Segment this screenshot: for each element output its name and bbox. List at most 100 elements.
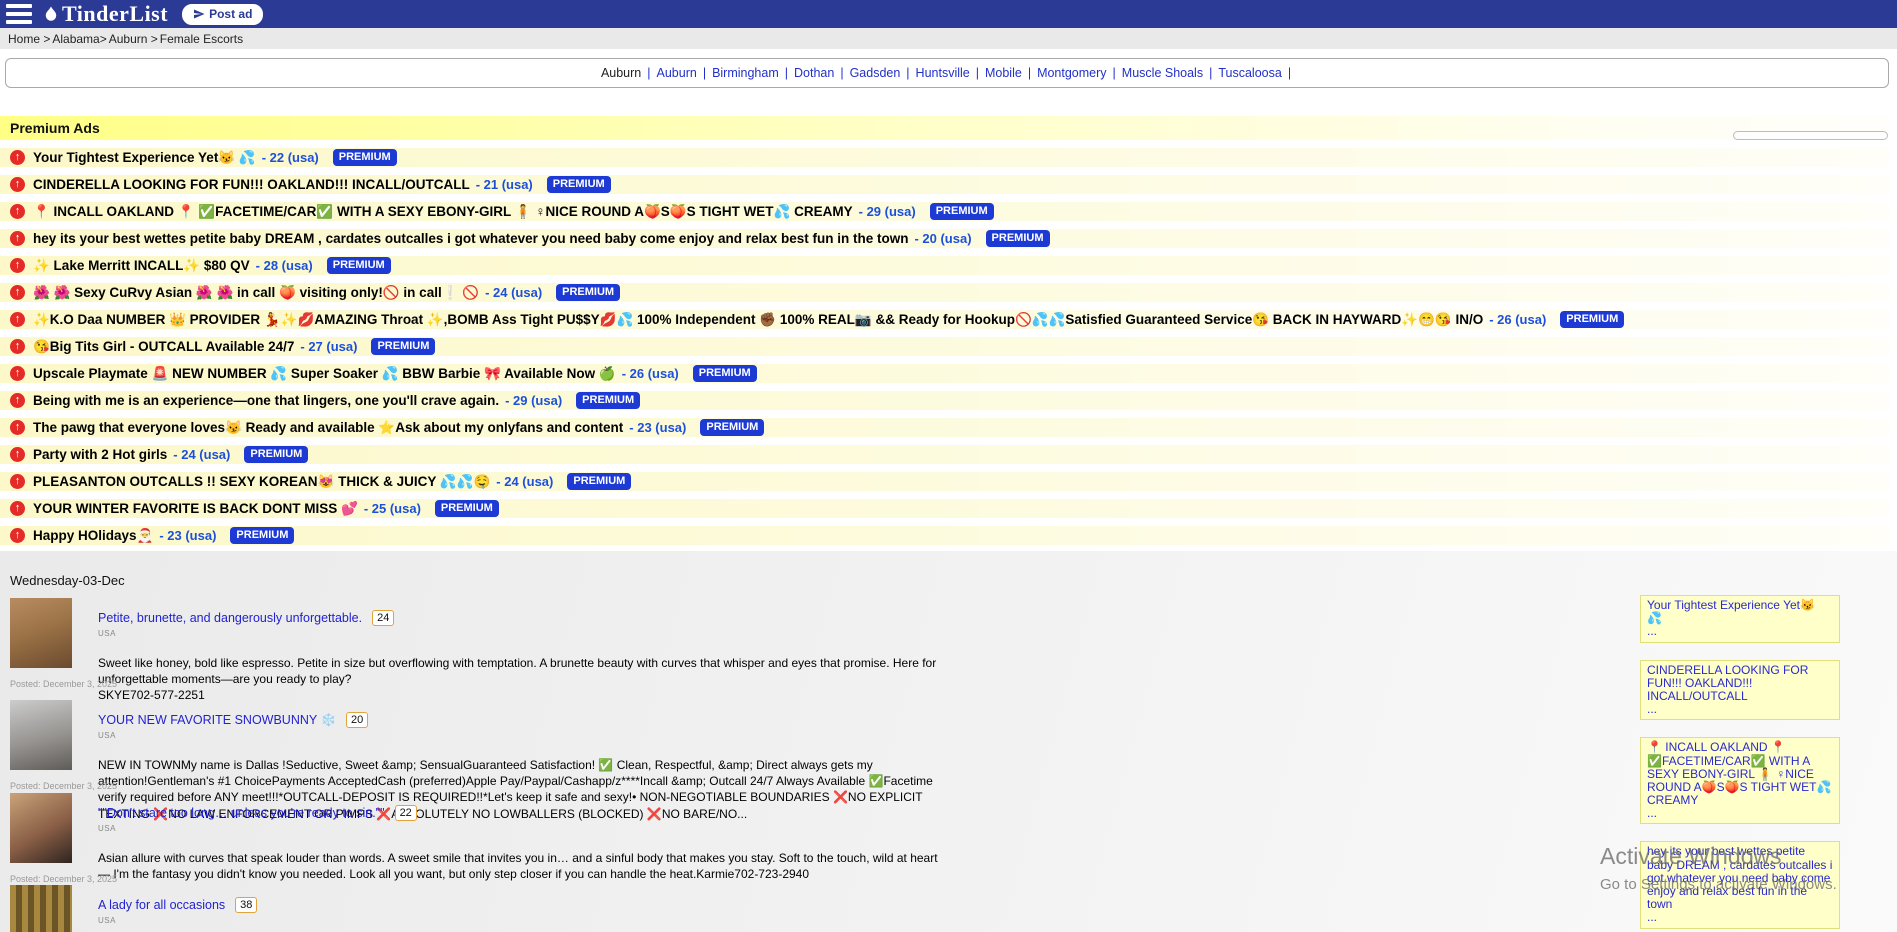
premium-ad-age-location: - 22 (usa)	[262, 150, 319, 165]
breadcrumb-link[interactable]: Home >	[8, 32, 50, 46]
sidebar-ad-box[interactable]: hey its your best wettes petite baby DRE…	[1640, 841, 1840, 928]
premium-ad-age-location: - 24 (usa)	[485, 285, 542, 300]
sidebar-ad-ellipsis: ...	[1647, 911, 1833, 924]
city-separator: |	[976, 66, 979, 80]
premium-badge[interactable]: PREMIUM	[576, 392, 640, 409]
city-link[interactable]: Huntsville	[916, 66, 970, 80]
premium-badge[interactable]: PREMIUM	[986, 230, 1050, 247]
city-link[interactable]: Dothan	[794, 66, 834, 80]
premium-ad-age-location: - 29 (usa)	[505, 393, 562, 408]
bump-up-icon	[10, 339, 25, 354]
premium-badge[interactable]: PREMIUM	[371, 338, 435, 355]
premium-ad-age-location: - 29 (usa)	[859, 204, 916, 219]
sidebar-ad-box[interactable]: 📍 INCALL OAKLAND 📍 ✅FACETIME/CAR✅ WITH A…	[1640, 737, 1840, 824]
listing-thumbnail[interactable]	[10, 700, 72, 770]
city-separator: |	[840, 66, 843, 80]
premium-ad-title-link[interactable]: CINDERELLA LOOKING FOR FUN!!! OAKLAND!!!…	[33, 177, 470, 192]
city-link[interactable]: Auburn	[657, 66, 697, 80]
listing-description: Asian allure with curves that speak loud…	[98, 850, 948, 882]
post-ad-label: Post ad	[209, 7, 252, 21]
breadcrumb-link[interactable]: Alabama>	[52, 32, 106, 46]
city-link[interactable]: Tuscaloosa	[1218, 66, 1281, 80]
premium-ad-age-location: - 24 (usa)	[173, 447, 230, 462]
age-badge: 38	[235, 897, 257, 913]
premium-ad-title-link[interactable]: The pawg that everyone loves😼 Ready and …	[33, 420, 623, 436]
hamburger-menu-icon[interactable]	[6, 4, 32, 24]
sidebar-ad-box[interactable]: CINDERELLA LOOKING FOR FUN!!! OAKLAND!!!…	[1640, 660, 1840, 721]
premium-badge[interactable]: PREMIUM	[556, 284, 620, 301]
bump-up-icon	[10, 285, 25, 300]
premium-badge[interactable]: PREMIUM	[567, 473, 631, 490]
premium-ad-title-link[interactable]: YOUR WINTER FAVORITE IS BACK DONT MISS 💕	[33, 501, 358, 517]
horizontal-scrollbar-thumb[interactable]	[1733, 131, 1888, 140]
premium-ad-row: Party with 2 Hot girls - 24 (usa) PREMIU…	[0, 445, 1889, 464]
breadcrumb-link[interactable]: Female Escorts	[160, 32, 243, 46]
premium-ad-row: 🌺 🌺 Sexy CuRvy Asian 🌺 🌺 in call 🍑 visit…	[0, 283, 1889, 302]
premium-ad-title-link[interactable]: PLEASANTON OUTCALLS !! SEXY KOREAN😻 THIC…	[33, 474, 490, 490]
premium-ad-row: The pawg that everyone loves😼 Ready and …	[0, 418, 1889, 437]
premium-ad-title-link[interactable]: Your Tightest Experience Yet😼 💦	[33, 150, 256, 166]
sidebar-ad-title: CINDERELLA LOOKING FOR FUN!!! OAKLAND!!!…	[1647, 664, 1833, 704]
bump-up-icon	[10, 150, 25, 165]
premium-ad-title-link[interactable]: Upscale Playmate 🚨 NEW NUMBER 💦 Super So…	[33, 366, 616, 382]
premium-badge[interactable]: PREMIUM	[327, 257, 391, 274]
premium-badge[interactable]: PREMIUM	[333, 149, 397, 166]
premium-ad-title-link[interactable]: Happy HOlidays🎅	[33, 528, 153, 544]
sidebar-ad-ellipsis: ...	[1647, 703, 1833, 716]
post-ad-button[interactable]: Post ad	[182, 4, 263, 25]
premium-ad-row: YOUR WINTER FAVORITE IS BACK DONT MISS 💕…	[0, 499, 1889, 518]
premium-badge[interactable]: PREMIUM	[435, 500, 499, 517]
bump-up-icon	[10, 501, 25, 516]
bump-up-icon	[10, 231, 25, 246]
city-link[interactable]: Gadsden	[850, 66, 901, 80]
daily-listings-section: Wednesday-03-Dec Petite, brunette, and d…	[0, 551, 1897, 932]
premium-ad-title-link[interactable]: ✨ Lake Merritt INCALL✨ $80 QV	[33, 258, 250, 274]
city-link[interactable]: Auburn	[601, 66, 641, 80]
listing-title-link[interactable]: Petite, brunette, and dangerously unforg…	[98, 611, 362, 625]
premium-badge[interactable]: PREMIUM	[930, 203, 994, 220]
city-separator: |	[703, 66, 706, 80]
listing-country: USA	[98, 629, 948, 638]
bump-up-icon	[10, 204, 25, 219]
top-navigation-bar: TinderList Post ad	[0, 0, 1897, 28]
listing-title-link[interactable]: ""Don't stare too long… unless you're re…	[98, 806, 385, 820]
premium-ad-age-location: - 23 (usa)	[159, 528, 216, 543]
premium-ad-title-link[interactable]: ✨K.O Daa NUMBER 👑 PROVIDER 💃✨💋AMAZING Th…	[33, 312, 1483, 328]
premium-ad-title-link[interactable]: Being with me is an experience—one that …	[33, 393, 499, 408]
premium-badge[interactable]: PREMIUM	[700, 419, 764, 436]
bump-up-icon	[10, 528, 25, 543]
premium-ads-sidebar: Your Tightest Experience Yet😼 💦 ... CIND…	[1640, 595, 1840, 932]
premium-ads-list: Your Tightest Experience Yet😼 💦 - 22 (us…	[0, 148, 1889, 545]
sidebar-ad-box[interactable]: Your Tightest Experience Yet😼 💦 ...	[1640, 595, 1840, 643]
premium-badge[interactable]: PREMIUM	[244, 446, 308, 463]
city-link[interactable]: Mobile	[985, 66, 1022, 80]
premium-badge[interactable]: PREMIUM	[693, 365, 757, 382]
city-separator: |	[1288, 66, 1291, 80]
premium-ad-age-location: - 23 (usa)	[629, 420, 686, 435]
listing-title-link[interactable]: YOUR NEW FAVORITE SNOWBUNNY ❄️	[98, 713, 336, 728]
listing-thumbnail[interactable]	[10, 793, 72, 863]
premium-badge[interactable]: PREMIUM	[547, 176, 611, 193]
city-link[interactable]: Birmingham	[712, 66, 779, 80]
breadcrumb-link[interactable]: Auburn >	[109, 32, 158, 46]
premium-badge[interactable]: PREMIUM	[1560, 311, 1624, 328]
premium-ad-title-link[interactable]: 🌺 🌺 Sexy CuRvy Asian 🌺 🌺 in call 🍑 visit…	[33, 285, 479, 301]
premium-ad-title-link[interactable]: 😘Big Tits Girl - OUTCALL Available 24/7	[33, 339, 294, 355]
posted-date: Posted: December 3, 2025	[10, 679, 117, 689]
premium-ad-title-link[interactable]: hey its your best wettes petite baby DRE…	[33, 231, 908, 246]
premium-badge[interactable]: PREMIUM	[230, 527, 294, 544]
listing-thumbnail[interactable]	[10, 598, 72, 668]
city-separator: |	[906, 66, 909, 80]
listing-title-link[interactable]: A lady for all occasions	[98, 898, 225, 912]
premium-ad-title-link[interactable]: Party with 2 Hot girls	[33, 447, 167, 462]
listing-thumbnail[interactable]	[10, 885, 72, 932]
premium-ads-section: Premium Ads Your Tightest Experience Yet…	[0, 116, 1889, 545]
city-link[interactable]: Montgomery	[1037, 66, 1106, 80]
premium-ad-title-link[interactable]: 📍 INCALL OAKLAND 📍 ✅FACETIME/CAR✅ WITH A…	[33, 204, 853, 220]
city-link[interactable]: Muscle Shoals	[1122, 66, 1203, 80]
listing-row: A lady for all occasions 38 USA	[10, 885, 1350, 925]
bump-up-icon	[10, 258, 25, 273]
brand-logo[interactable]: TinderList	[42, 3, 168, 25]
listing-row: Petite, brunette, and dangerously unforg…	[10, 598, 1350, 704]
premium-ad-row: Being with me is an experience—one that …	[0, 391, 1889, 410]
